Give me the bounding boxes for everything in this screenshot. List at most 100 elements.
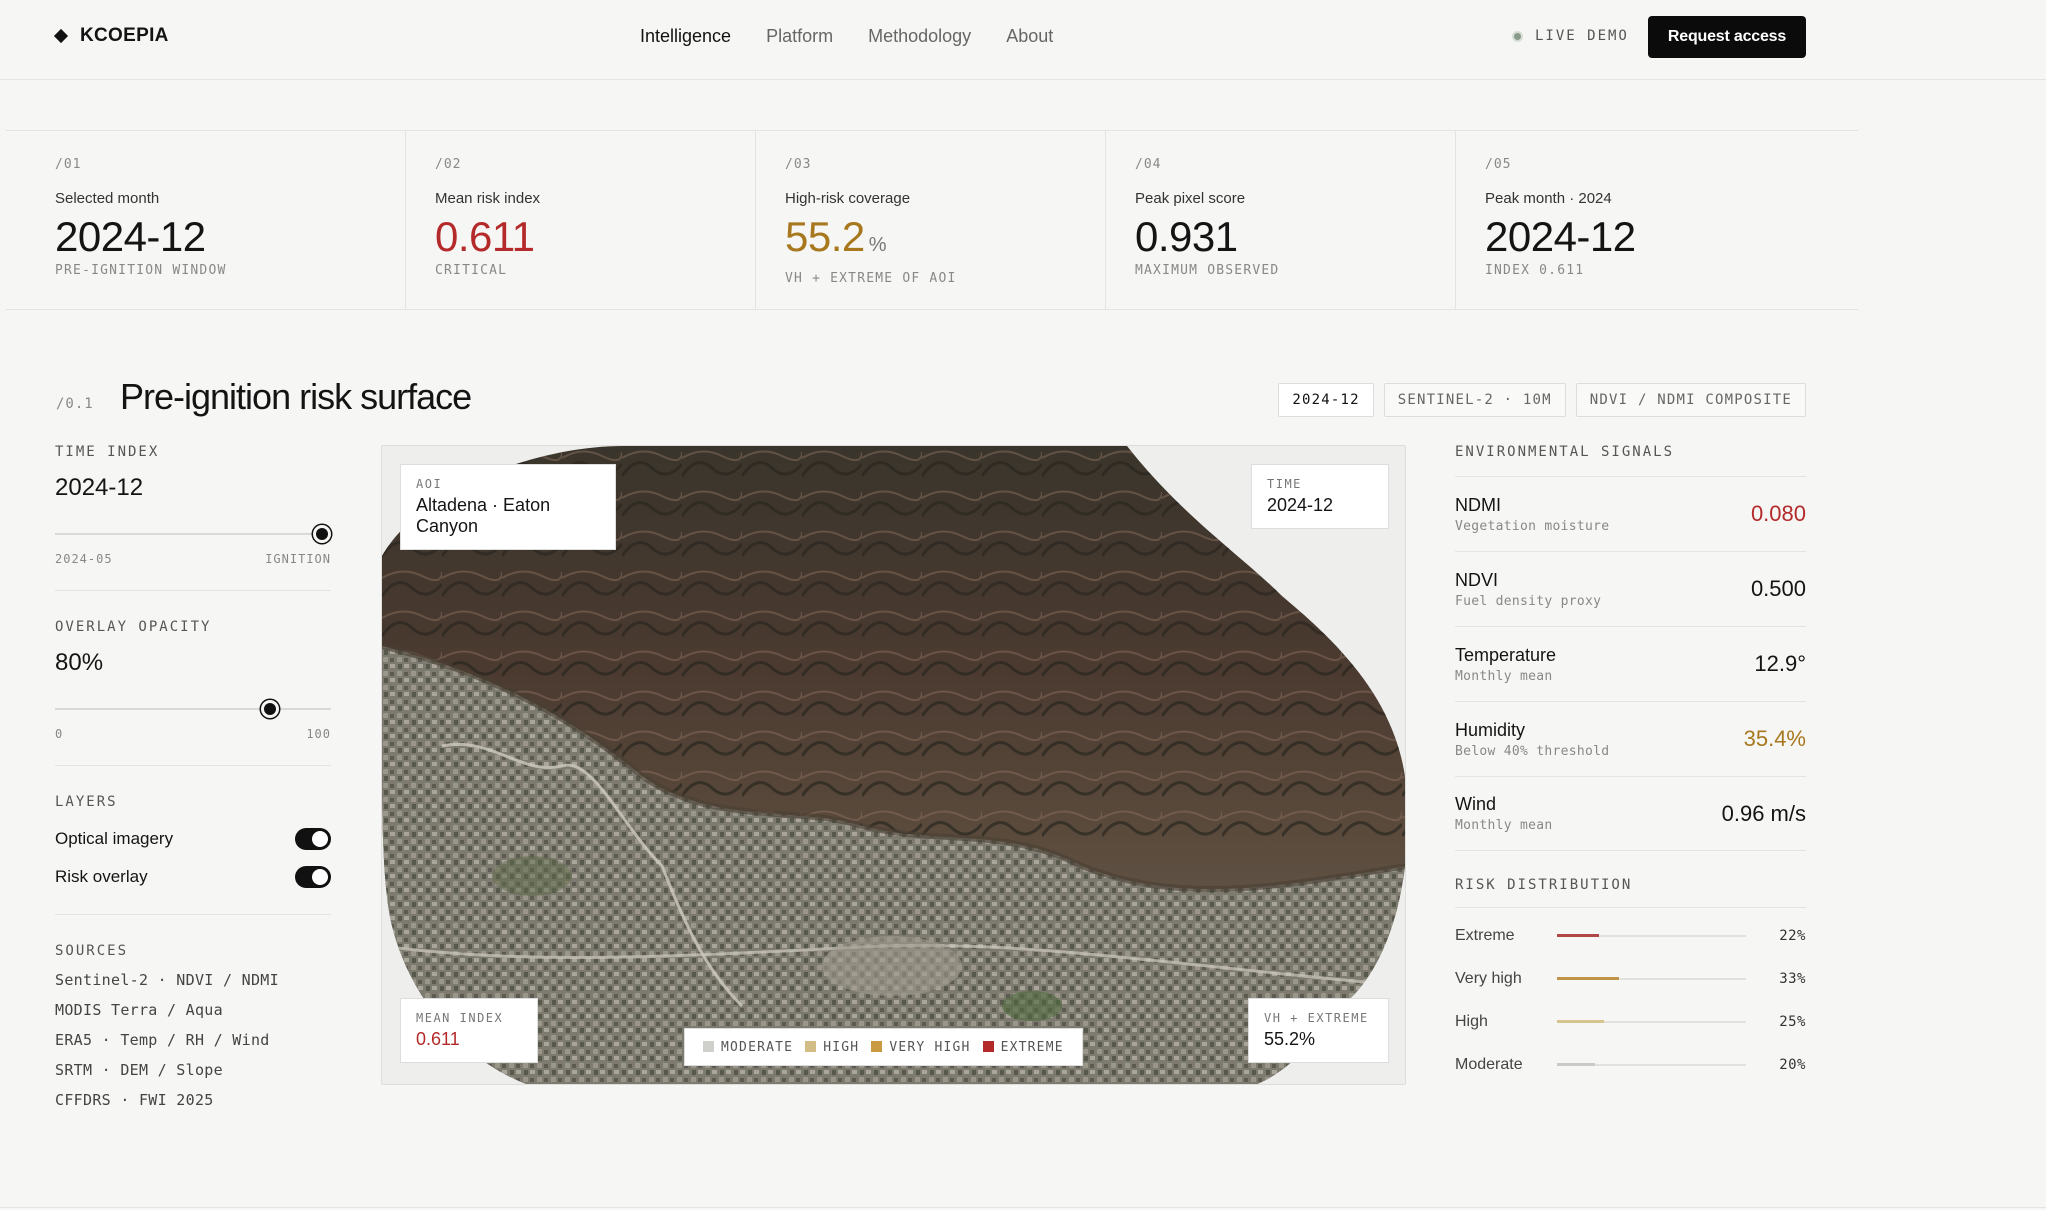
layer-label: Risk overlay bbox=[55, 867, 148, 886]
kpi-subtext: VH + EXTREME OF AOI bbox=[785, 271, 957, 286]
layers-label: LAYERS bbox=[55, 794, 118, 810]
main-nav: Intelligence Platform Methodology About bbox=[640, 26, 1053, 47]
dist-name: Moderate bbox=[1455, 1055, 1523, 1073]
kpi-value: 0.931 bbox=[1135, 215, 1455, 259]
signal-desc: Vegetation moisture bbox=[1455, 518, 1610, 534]
brand-name: KCOEPIA bbox=[80, 25, 169, 46]
signal-value: 0.96 m/s bbox=[1721, 800, 1806, 826]
live-demo-indicator: LIVE DEMO bbox=[1512, 28, 1629, 44]
opacity-range: 0 100 bbox=[55, 727, 331, 741]
dist-bar bbox=[1557, 934, 1746, 937]
layer-risk-row: Risk overlay bbox=[55, 866, 331, 888]
signal-row-temperature: Temperature Monthly mean 12.9° bbox=[1455, 626, 1806, 701]
signals-panel: ENVIRONMENTAL SIGNALS NDMI Vegetation moi… bbox=[1455, 444, 1806, 1086]
dist-pct: 20% bbox=[1779, 1056, 1806, 1073]
kpi-index: /03 bbox=[785, 157, 812, 172]
slider-handle[interactable] bbox=[261, 700, 280, 718]
signal-name: Temperature bbox=[1455, 644, 1557, 665]
chip-sensor[interactable]: SENTINEL-2 · 10M bbox=[1383, 383, 1566, 417]
nav-item-platform[interactable]: Platform bbox=[766, 26, 833, 47]
signal-text: Wind Monthly mean bbox=[1455, 794, 1553, 833]
signal-desc: Monthly mean bbox=[1455, 668, 1553, 684]
nav-item-about[interactable]: About bbox=[1006, 26, 1053, 47]
section-title: Pre-ignition risk surface bbox=[120, 376, 472, 417]
mean-index-value: 0.611 bbox=[416, 1029, 460, 1049]
dist-bar-fill bbox=[1557, 1020, 1605, 1023]
top-nav-bar: KCOEPIA Intelligence Platform Methodolog… bbox=[0, 0, 2046, 80]
dist-bar bbox=[1557, 977, 1746, 980]
range-min-label: 2024-05 bbox=[55, 552, 113, 566]
dist-bar bbox=[1557, 1020, 1746, 1023]
slider-track bbox=[55, 533, 331, 535]
footer-divider bbox=[0, 1207, 2046, 1208]
kpi-number: 55.2 bbox=[785, 213, 865, 260]
status-dot-icon bbox=[1512, 30, 1523, 42]
time-value: 2024-12 bbox=[1267, 495, 1334, 515]
time-index-slider[interactable] bbox=[55, 524, 331, 544]
legend-swatch bbox=[871, 1040, 883, 1052]
map-legend: MODERATE HIGH VERY HIGH EXTREME bbox=[684, 1028, 1083, 1066]
request-access-button[interactable]: Request access bbox=[1648, 16, 1806, 58]
risk-map[interactable]: AOI Altadena · Eaton Canyon TIME 2024-12… bbox=[381, 445, 1406, 1085]
signal-text: Humidity Below 40% threshold bbox=[1455, 720, 1609, 759]
overlay-opacity-value: 80% bbox=[55, 649, 104, 676]
diamond-logo-icon bbox=[53, 28, 69, 44]
signal-name: NDVI bbox=[1455, 569, 1499, 590]
time-index-label: TIME INDEX bbox=[55, 444, 160, 460]
map-chips: 2024-12 SENTINEL-2 · 10M NDVI / NDMI COM… bbox=[1278, 383, 1806, 417]
kpi-value: 2024-12 bbox=[1485, 215, 1858, 259]
dist-pct: 25% bbox=[1779, 1013, 1806, 1030]
vh-extreme-card: VH + EXTREME 55.2% bbox=[1248, 998, 1389, 1063]
chip-composite[interactable]: NDVI / NDMI COMPOSITE bbox=[1575, 383, 1806, 417]
legend-item-high: HIGH bbox=[805, 1040, 859, 1055]
optical-imagery-toggle[interactable] bbox=[295, 828, 331, 850]
dist-row-very-high: Very high 33% bbox=[1455, 957, 1806, 1000]
kpi-peak-pixel-score: /04 Peak pixel score 0.931 MAXIMUM OBSER… bbox=[1106, 131, 1456, 309]
aoi-label: AOI bbox=[416, 477, 443, 491]
kpi-number: 2024-12 bbox=[55, 213, 206, 260]
brand[interactable]: KCOEPIA bbox=[53, 25, 169, 47]
dist-name: Very high bbox=[1455, 969, 1522, 987]
slider-handle[interactable] bbox=[313, 525, 331, 543]
dist-row-high: High 25% bbox=[1455, 1000, 1806, 1043]
time-card: TIME 2024-12 bbox=[1251, 464, 1389, 529]
divider bbox=[55, 765, 331, 766]
nav-item-methodology[interactable]: Methodology bbox=[868, 26, 971, 47]
kpi-index: /04 bbox=[1135, 157, 1162, 172]
source-item: MODIS Terra / Aqua bbox=[55, 1001, 223, 1019]
signal-row-ndvi: NDVI Fuel density proxy 0.500 bbox=[1455, 551, 1806, 626]
time-label: TIME bbox=[1267, 477, 1302, 491]
legend-item-extreme: EXTREME bbox=[982, 1039, 1064, 1055]
vh-extreme-label: VH + EXTREME bbox=[1264, 1011, 1369, 1025]
sources-list: Sentinel-2 · NDVI / NDMI MODIS Terra / A… bbox=[55, 971, 331, 1109]
section-index: /0.1 bbox=[56, 396, 94, 412]
signal-row-wind: Wind Monthly mean 0.96 m/s bbox=[1455, 776, 1806, 851]
environmental-signals-label: ENVIRONMENTAL SIGNALS bbox=[1455, 444, 1675, 460]
dist-bar-fill bbox=[1557, 934, 1599, 937]
mean-index-card: MEAN INDEX 0.611 bbox=[400, 998, 538, 1063]
risk-overlay-toggle[interactable] bbox=[295, 866, 331, 888]
signal-row-ndmi: NDMI Vegetation moisture 0.080 bbox=[1455, 476, 1806, 551]
opacity-slider[interactable] bbox=[55, 699, 331, 719]
dist-row-extreme: Extreme 22% bbox=[1455, 914, 1806, 957]
kpi-subtext: PRE-IGNITION WINDOW bbox=[55, 263, 227, 278]
dist-name: High bbox=[1455, 1012, 1488, 1030]
signal-desc: Below 40% threshold bbox=[1455, 743, 1610, 759]
nav-item-intelligence[interactable]: Intelligence bbox=[640, 26, 731, 47]
signal-desc: Monthly mean bbox=[1455, 818, 1553, 833]
layer-label: Optical imagery bbox=[55, 829, 174, 848]
kpi-index: /02 bbox=[435, 157, 462, 172]
legend-swatch bbox=[982, 1040, 994, 1052]
kpi-value: 0.611 bbox=[435, 215, 755, 259]
chip-month[interactable]: 2024-12 bbox=[1278, 383, 1374, 417]
legend-label: VERY HIGH bbox=[889, 1039, 971, 1055]
signal-value: 12.9° bbox=[1754, 651, 1806, 676]
kpi-index: /01 bbox=[55, 157, 82, 172]
legend-label: EXTREME bbox=[1000, 1039, 1064, 1055]
kpi-number: 0.931 bbox=[1135, 213, 1238, 260]
kpi-index: /05 bbox=[1485, 157, 1512, 172]
signal-value: 0.500 bbox=[1750, 576, 1806, 601]
range-max-label: IGNITION bbox=[265, 552, 331, 566]
source-item: ERA5 · Temp / RH / Wind bbox=[55, 1031, 270, 1049]
time-index-value: 2024-12 bbox=[55, 474, 144, 501]
